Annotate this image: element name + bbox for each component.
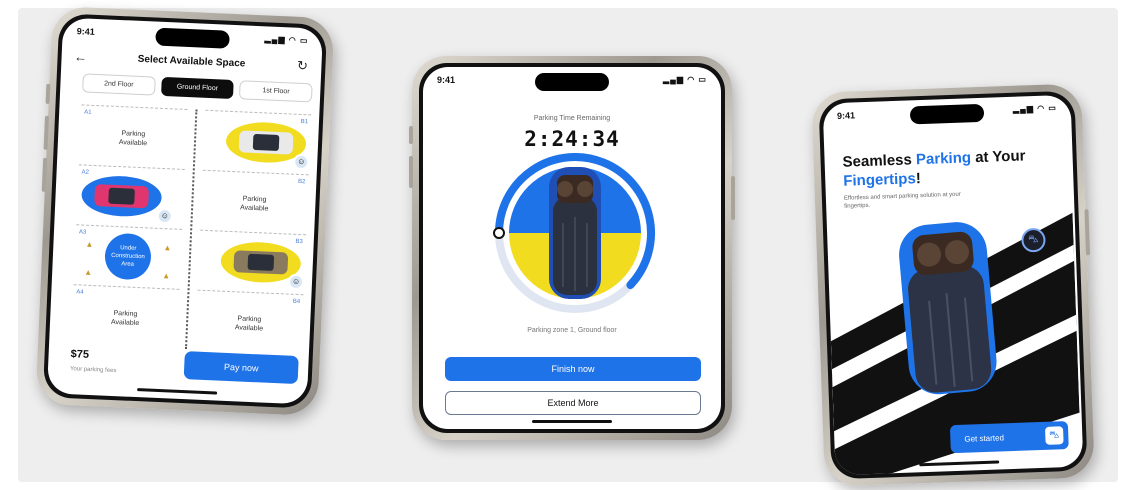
parking-slot: A3 ▲ ▲ ▲ ▲ Under Construction Area — [73, 224, 183, 289]
action-button — [45, 83, 51, 104]
phone-timer: 9:41 ▂▄▆ ◠ ▭ Parking Time Remaining 2:24… — [409, 56, 735, 440]
tab-ground-floor[interactable]: Ground Floor — [160, 76, 235, 99]
timer-value: 2:24:34 — [524, 127, 620, 151]
home-indicator — [137, 388, 218, 395]
slot-status: Parking Available — [118, 130, 148, 148]
power-button — [731, 176, 735, 220]
parking-slot[interactable]: A4 Parking Available — [71, 284, 180, 349]
headline-accent: Fingertips — [843, 170, 917, 190]
status-bar: 9:41 ▂▄▆ ◠ ▭ — [437, 75, 707, 85]
phone-select-space: 9:41 ▂▄▆ ◠ ▭ ← Select Available Space ↻ … — [35, 6, 335, 416]
slot-id: A1 — [84, 109, 92, 116]
home-indicator — [532, 420, 612, 423]
price: $75 — [70, 348, 90, 361]
get-started-label: Get started — [964, 432, 1005, 444]
action-button — [409, 126, 413, 144]
slot-status: Parking Available — [110, 309, 140, 328]
status-time: 9:41 — [836, 110, 856, 121]
screen: 9:41 ▂▄▆ ◠ ▭ ← Select Available Space ↻ … — [46, 17, 324, 405]
zone-label: Parking zone 1, Ground floor — [527, 327, 617, 334]
volume-up-button — [409, 156, 413, 188]
signal-wifi-battery-icon: ▂▄▆ ◠ ▭ — [264, 34, 309, 46]
slot-id: A3 — [78, 229, 87, 236]
parking-lot: A1 Parking Available A2 ☺ A3 ▲ ▲ ▲ ▲ Und… — [71, 104, 312, 355]
avatar: ☺ — [287, 273, 305, 291]
pay-now-button[interactable]: Pay now — [183, 351, 299, 385]
price-caption: Your parking fees — [69, 366, 117, 375]
timer-label: Parking Time Remaining — [533, 115, 611, 122]
avatar: ☺ — [292, 153, 310, 171]
page-title: Select Available Space — [137, 53, 246, 69]
headline-text: at Your — [970, 147, 1026, 167]
parking-slot[interactable]: A1 Parking Available — [78, 104, 188, 169]
slot-status: Parking Available — [239, 195, 269, 213]
finish-now-button[interactable]: Finish now — [445, 357, 701, 381]
avatar: ☺ — [156, 207, 174, 225]
car-icon: ⛍ — [1045, 426, 1064, 445]
tab-2nd-floor[interactable]: 2nd Floor — [82, 73, 156, 96]
volume-up-button — [43, 115, 50, 150]
refresh-icon[interactable]: ↻ — [293, 58, 312, 75]
slot-id: A4 — [76, 289, 84, 296]
slot-id: B2 — [297, 178, 306, 186]
slot-column-right: B1 ☺ B2 Parking Available B3 ☺ B4 Parkin… — [194, 109, 312, 355]
arrow-left-icon[interactable]: ← — [71, 48, 90, 65]
status-time: 9:41 — [76, 26, 95, 37]
slot-status: Parking Available — [234, 315, 264, 333]
cone-icon: ▲ — [84, 267, 93, 278]
parking-slot: B3 ☺ — [197, 229, 307, 295]
headline-accent: Parking — [915, 149, 972, 169]
headline-text: ! — [915, 170, 922, 188]
dial-knob[interactable] — [493, 227, 505, 239]
parking-slot[interactable]: B2 Parking Available — [200, 169, 309, 235]
car-top-view-icon — [899, 222, 997, 395]
headline-text: Seamless — [842, 151, 917, 171]
cone-icon: ▲ — [85, 239, 94, 250]
floor-tabs: 2nd Floor Ground Floor 1st Floor — [82, 73, 313, 103]
screen: 9:41 ▂▄▆ ◠ ▭ Parking Time Remaining 2:24… — [423, 67, 721, 429]
slot-id: B3 — [295, 238, 303, 246]
car-top-view-icon — [549, 167, 601, 299]
cone-icon: ▲ — [162, 271, 171, 281]
parking-slot: A2 ☺ — [76, 164, 185, 229]
slot-column-left: A1 Parking Available A2 ☺ A3 ▲ ▲ ▲ ▲ Und… — [71, 104, 188, 349]
construction-badge: Under Construction Area — [103, 232, 152, 281]
tab-1st-floor[interactable]: 1st Floor — [239, 80, 313, 103]
status-time: 9:41 — [437, 75, 456, 85]
parking-slot: B1 ☺ — [202, 109, 312, 175]
slot-id: B1 — [300, 118, 309, 126]
slot-id: B4 — [292, 298, 301, 306]
occupied-car-blue-ring — [80, 174, 163, 218]
timer-dial — [493, 153, 655, 313]
car-icon — [233, 250, 289, 275]
parking-slot[interactable]: B4 Parking Available — [194, 289, 304, 355]
cone-icon: ▲ — [163, 243, 172, 253]
signal-wifi-battery-icon: ▂▄▆ ◠ ▭ — [1012, 103, 1058, 114]
slot-id: A2 — [81, 169, 90, 176]
signal-wifi-battery-icon: ▂▄▆ ◠ ▭ — [663, 75, 707, 84]
header: ← Select Available Space ↻ — [71, 48, 311, 74]
get-started-button[interactable]: Get started ⛍ — [949, 421, 1069, 454]
car-icon — [94, 184, 150, 209]
volume-down-button — [41, 157, 48, 192]
car-icon — [238, 130, 294, 155]
screen: 9:41 ▂▄▆ ◠ ▭ Seamless Parking at Your Fi… — [822, 94, 1084, 476]
phone-onboarding: 9:41 ▂▄▆ ◠ ▭ Seamless Parking at Your Fi… — [811, 83, 1095, 487]
extend-more-button[interactable]: Extend More — [445, 391, 701, 415]
